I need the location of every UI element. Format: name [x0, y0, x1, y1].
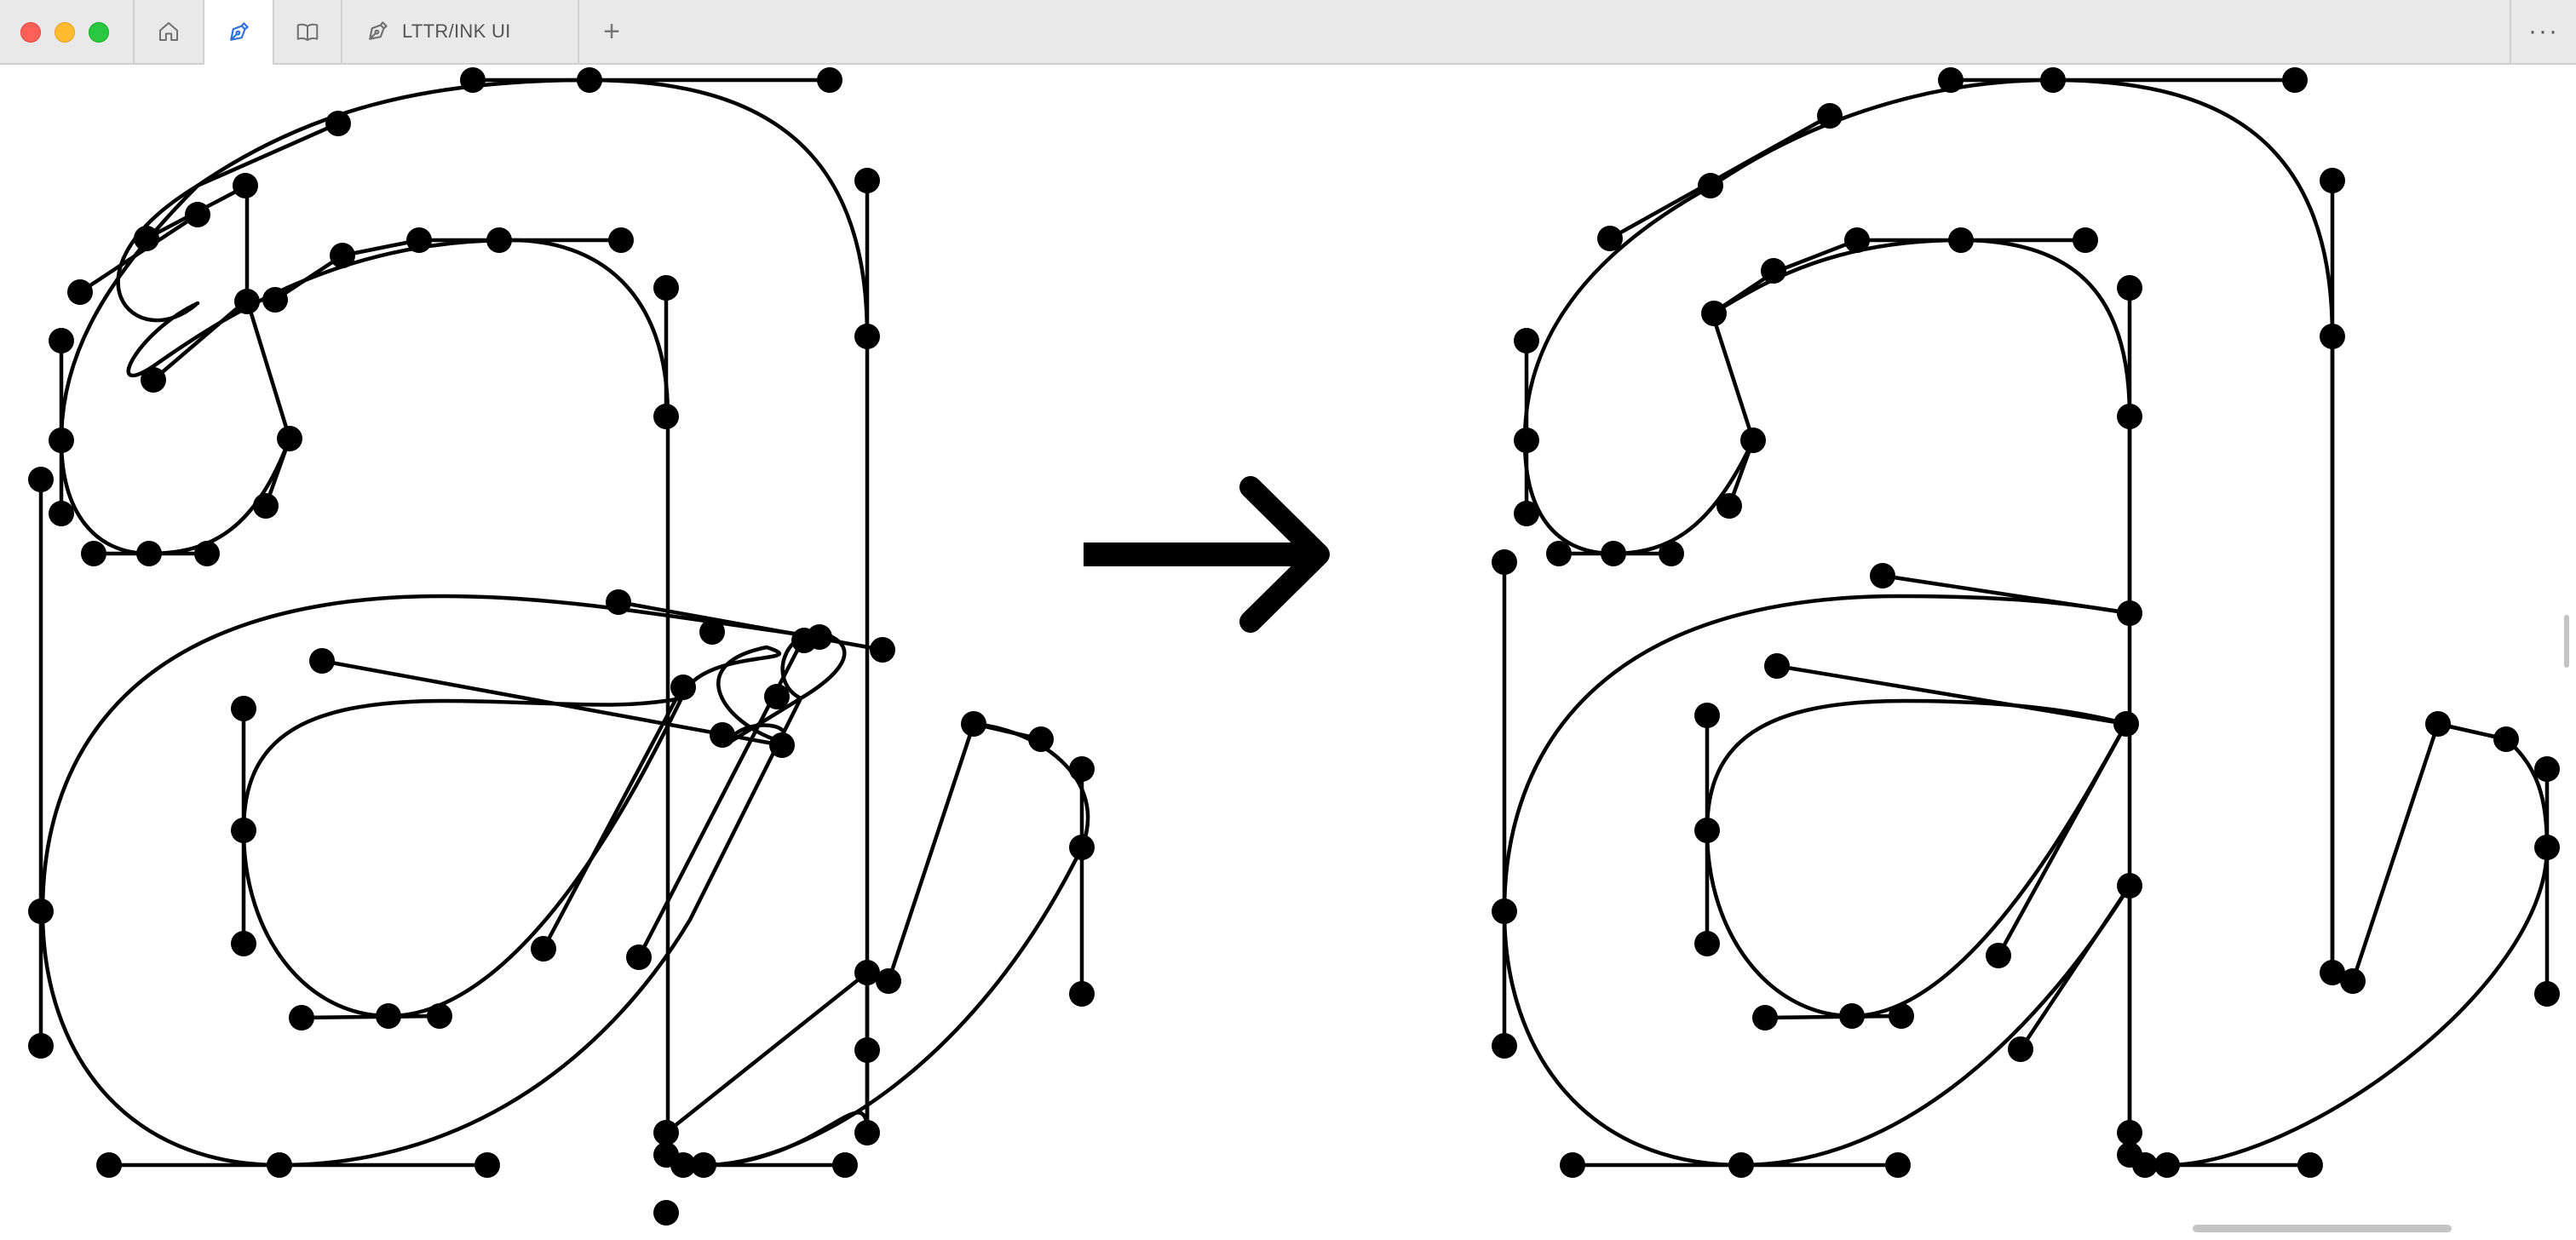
tab-document-label: LTTR/INK UI: [402, 20, 511, 42]
glyph-canvas[interactable]: [0, 65, 2576, 1240]
glyph-before: [38, 78, 1090, 1168]
tab-book[interactable]: [273, 0, 341, 63]
horizontal-scrollbar[interactable]: [2193, 1225, 2452, 1232]
tab-home[interactable]: [133, 0, 203, 63]
more-menu-button[interactable]: ···: [2510, 0, 2576, 63]
tab-bar: LTTR/INK UI + ···: [0, 0, 2576, 65]
window-close-button[interactable]: [20, 22, 41, 43]
window-minimize-button[interactable]: [55, 22, 75, 43]
home-icon: [159, 22, 178, 41]
arrow-right-icon: [1084, 476, 1330, 633]
new-tab-button[interactable]: +: [579, 0, 644, 63]
window-maximize-button[interactable]: [89, 22, 109, 43]
pen-tool-icon: [369, 21, 388, 40]
pen-tool-icon: [230, 22, 249, 41]
tab-pen-editor[interactable]: [203, 0, 273, 65]
book-icon: [296, 23, 319, 41]
glyph-after: [1502, 78, 2550, 1168]
vertical-scrollbar[interactable]: [2564, 615, 2569, 668]
glyph-after-points: [1492, 67, 2560, 1178]
tab-document[interactable]: LTTR/INK UI: [341, 0, 579, 63]
